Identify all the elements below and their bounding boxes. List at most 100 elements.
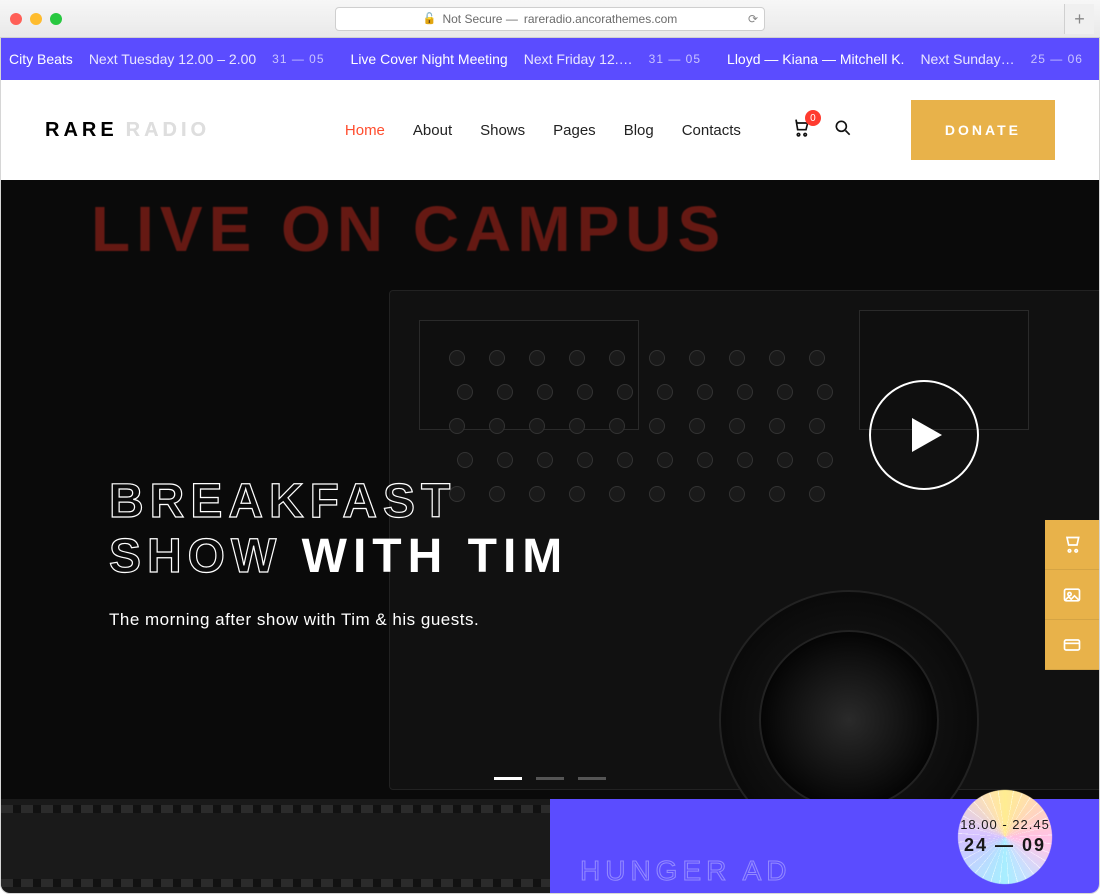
hero-neon-text: LIVE ON CAMPUS [91,192,726,266]
play-button[interactable] [869,380,979,490]
mixer-knob [817,384,833,400]
mixer-knob [537,384,553,400]
nav-home[interactable]: Home [345,122,385,139]
lock-open-icon: 🔓 [423,12,437,25]
donate-button[interactable]: DONATE [911,100,1055,160]
event-ticker: City Beats Next Tuesday 12.00 – 2.00 31 … [1,38,1099,80]
site-header: RARE RADIO Home About Shows Pages Blog C… [1,80,1099,180]
cart-badge: 0 [805,110,821,126]
address-prefix: Not Secure — [442,12,517,26]
window-zoom-button[interactable] [50,13,62,25]
hero-title-line1: BREAKFAST [109,475,456,528]
mixer-knob [457,452,473,468]
nav-shows[interactable]: Shows [480,122,525,139]
mixer-knob [577,384,593,400]
ticker-when: Next Sunday… [920,51,1014,67]
nav-blog[interactable]: Blog [624,122,654,139]
search-icon [833,118,853,138]
site-logo[interactable]: RARE RADIO [45,119,210,142]
ticker-title: Lloyd — Kiana — Mitchell K. [727,51,904,67]
nav-pages[interactable]: Pages [553,122,596,139]
mixer-knob [497,384,513,400]
play-icon [912,418,942,452]
ticker-when: Next Tuesday 12.00 – 2.00 [89,51,256,67]
nav-contacts[interactable]: Contacts [682,122,741,139]
main-nav: Home About Shows Pages Blog Contacts 0 D… [345,100,1055,160]
mixer-knob [729,350,745,366]
new-tab-button[interactable]: + [1064,4,1094,34]
hero-title-line2a: SHOW [109,530,302,583]
image-icon [1062,585,1082,605]
side-tool-card[interactable] [1045,620,1099,670]
mixer-knob [457,384,473,400]
ticker-date: 31 — 05 [649,52,701,66]
mixer-knob [529,350,545,366]
window-close-button[interactable] [10,13,22,25]
mixer-knob [697,384,713,400]
mixer-knob [689,418,705,434]
browser-chrome: 🔓 Not Secure — rareradio.ancorathemes.co… [0,0,1100,38]
mixer-knob [649,418,665,434]
event-badge: 18.00 - 22.45 24 — 09 [945,777,1065,894]
promo-title: HUNGER AD [580,855,791,887]
slide-dot-1[interactable] [494,777,522,780]
side-tool-cart[interactable] [1045,520,1099,570]
mixer-knob [537,452,553,468]
mixer-knob [769,350,785,366]
window-minimize-button[interactable] [30,13,42,25]
address-text: rareradio.ancorathemes.com [524,12,677,26]
hero-title: BREAKFAST SHOW WITH TIM [109,474,1099,584]
ticker-item[interactable]: Live Cover Night Meeting Next Friday 12.… [351,51,702,67]
cart-button[interactable]: 0 [791,118,811,142]
mixer-knob [737,384,753,400]
logo-word-1: RARE [45,119,118,142]
page: City Beats Next Tuesday 12.00 – 2.00 31 … [0,38,1100,894]
mixer-knob [737,452,753,468]
mixer-knob [777,452,793,468]
mixer-knob [649,350,665,366]
mixer-knob [489,418,505,434]
mixer-knob [449,418,465,434]
slide-indicators [494,777,606,780]
slide-dot-2[interactable] [536,777,564,780]
hero: LIVE ON CAMPUS BREAKFAST SHOW WITH TIM T… [1,180,1099,800]
mixer-knob [497,452,513,468]
event-badge-text: 18.00 - 22.45 24 — 09 [945,777,1065,894]
mixer-knob [617,452,633,468]
mixer-knob [569,418,585,434]
mixer-knob [529,418,545,434]
hero-subtitle: The morning after show with Tim & his gu… [109,610,1099,630]
side-tools [1045,520,1099,670]
promo-right[interactable]: HUNGER AD 18.00 - 22.45 24 — 09 [550,799,1099,893]
mixer-knob [609,418,625,434]
mixer-knob [577,452,593,468]
nav-icons: 0 [791,118,853,142]
mixer-knob [729,418,745,434]
hero-content: BREAKFAST SHOW WITH TIM The morning afte… [109,474,1099,630]
ticker-date: 31 — 05 [272,52,324,66]
mixer-knob [609,350,625,366]
ticker-item[interactable]: City Beats Next Tuesday 12.00 – 2.00 31 … [9,51,325,67]
nav-about[interactable]: About [413,122,452,139]
side-tool-gallery[interactable] [1045,570,1099,620]
ticker-when: Next Friday 12.… [524,51,633,67]
mixer-knob [809,350,825,366]
mixer-knob [809,418,825,434]
ticker-title: City Beats [9,51,73,67]
mixer-knob [617,384,633,400]
mixer-knob [657,384,673,400]
address-bar[interactable]: 🔓 Not Secure — rareradio.ancorathemes.co… [335,7,765,31]
mixer-knob [449,350,465,366]
search-button[interactable] [833,118,853,142]
mixer-knob [697,452,713,468]
window-controls [10,13,62,25]
promo-strip: HUNGER AD 18.00 - 22.45 24 — 09 [1,799,1099,893]
event-time: 18.00 - 22.45 [960,817,1050,834]
cart-icon [1062,535,1082,555]
card-icon [1062,635,1082,655]
reload-icon[interactable]: ⟳ [748,12,758,26]
ticker-item[interactable]: Lloyd — Kiana — Mitchell K. Next Sunday…… [727,51,1083,67]
ticker-date: 25 — 06 [1031,52,1083,66]
slide-dot-3[interactable] [578,777,606,780]
promo-left-image[interactable] [1,799,550,893]
